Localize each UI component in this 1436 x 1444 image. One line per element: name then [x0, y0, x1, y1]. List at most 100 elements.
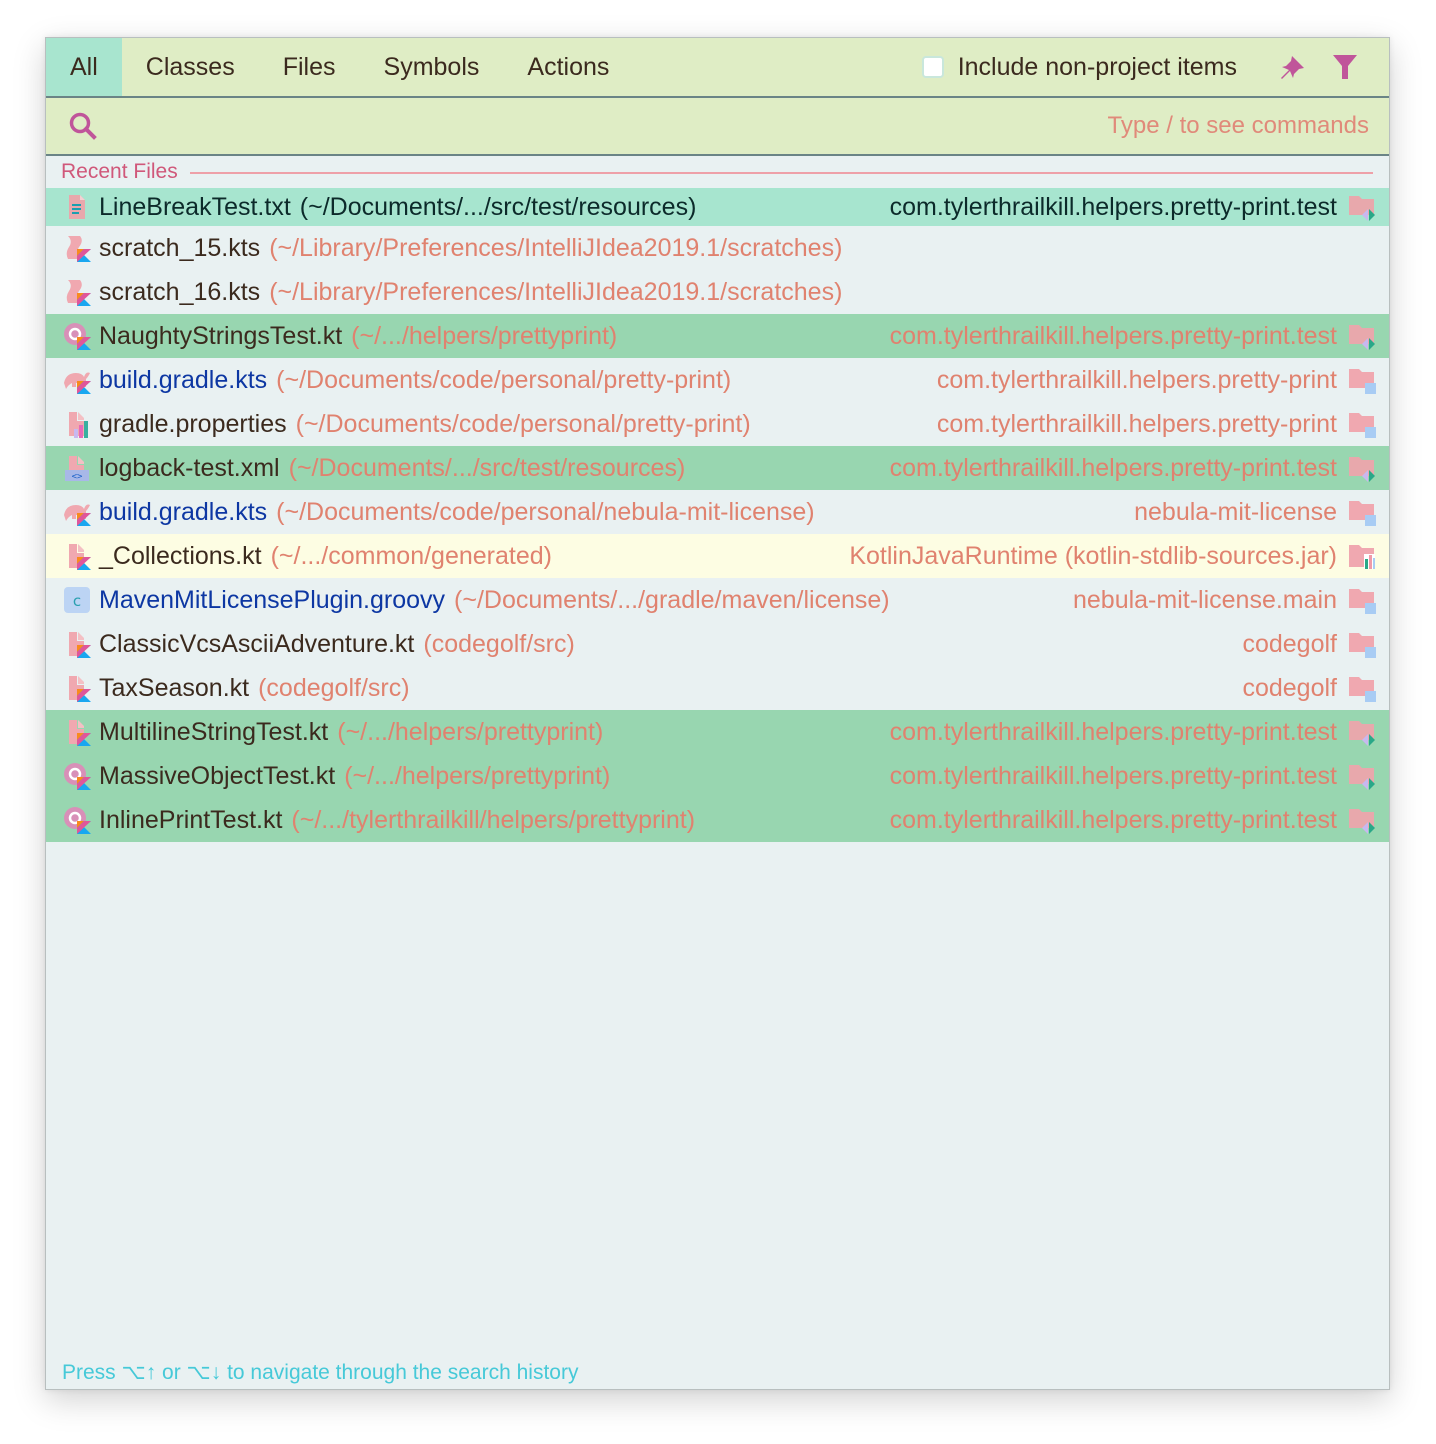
- include-non-project-checkbox[interactable]: [921, 56, 944, 78]
- kotlin-file-icon: [69, 544, 91, 570]
- file-row[interactable]: build.gradle.kts (~/Documents/code/person…: [46, 358, 1389, 402]
- module-folder-icon: [1349, 369, 1376, 394]
- file-path: (~/Documents/code/personal/nebula-mit-li…: [276, 497, 815, 526]
- tab-actions[interactable]: Actions: [503, 38, 633, 96]
- file-path: (~/Documents/.../src/test/resources): [288, 453, 686, 482]
- file-name: scratch_15.kts: [99, 233, 261, 262]
- include-non-project-toggle[interactable]: Include non-project items: [921, 38, 1237, 96]
- file-row[interactable]: scratch_15.kts (~/Library/Preferences/Int…: [46, 226, 1389, 270]
- file-name: MassiveObjectTest.kt: [99, 761, 336, 790]
- file-path: (codegolf/src): [258, 673, 410, 702]
- file-path: (~/.../helpers/prettyprint): [344, 761, 611, 790]
- file-row[interactable]: c MavenMitLicensePlugin.groovy (~/Document…: [46, 578, 1389, 622]
- module-folder-icon: [1349, 501, 1376, 526]
- file-path: (~/Library/Preferences/IntelliJIdea2019.…: [269, 233, 843, 262]
- properties-file-icon: [69, 412, 88, 438]
- file-path: (~/Library/Preferences/IntelliJIdea2019.…: [269, 277, 843, 306]
- recent-files-list: LineBreakTest.txt (~/Documents/.../src/te…: [46, 188, 1389, 842]
- kotlin-script-icon: [66, 236, 91, 262]
- file-row[interactable]: MultilineStringTest.kt (~/.../helpers/pre…: [46, 710, 1389, 754]
- search-bar: Type / to see commands: [46, 98, 1389, 156]
- module-name: com.tylerthrailkill.helpers.pretty-print…: [889, 717, 1337, 746]
- file-row[interactable]: TaxSeason.kt (codegolf/src) codegolf: [46, 666, 1389, 710]
- file-path: (~/.../helpers/prettyprint): [351, 321, 618, 350]
- kotlin-script-icon: [66, 280, 91, 306]
- module-name: com.tylerthrailkill.helpers.pretty-print…: [889, 453, 1337, 482]
- file-row[interactable]: ClassicVcsAsciiAdventure.kt (codegolf/src…: [46, 622, 1389, 666]
- file-name: _Collections.kt: [99, 541, 262, 570]
- module-name: codegolf: [1242, 673, 1337, 702]
- kotlin-class-icon: [64, 763, 91, 790]
- test-folder-icon: [1349, 765, 1375, 790]
- search-input[interactable]: [112, 111, 1108, 141]
- module-name: codegolf: [1242, 629, 1337, 658]
- file-path: (~/.../tylerthrailkill/helpers/prettypri…: [291, 805, 696, 834]
- kotlin-file-icon: [69, 632, 91, 658]
- test-folder-icon: [1349, 325, 1375, 350]
- test-folder-icon: [1349, 809, 1375, 834]
- file-name: NaughtyStringsTest.kt: [99, 321, 343, 350]
- module-folder-icon: [1349, 413, 1376, 438]
- footer-hint: Press ⌥↑ or ⌥↓ to navigate through the s…: [62, 1361, 579, 1384]
- file-row[interactable]: gradle.properties (~/Documents/code/perso…: [46, 402, 1389, 446]
- filter-icon: [1333, 55, 1357, 79]
- library-icon: [1349, 545, 1375, 569]
- pin-button[interactable]: [1277, 38, 1309, 96]
- tab-bar: All Classes Files Symbols Actions Includ…: [46, 38, 1389, 98]
- file-name: scratch_16.kts: [99, 277, 261, 306]
- file-name: ClassicVcsAsciiAdventure.kt: [99, 629, 415, 658]
- gradle-kotlin-icon: [64, 504, 91, 526]
- file-path: (codegolf/src): [423, 629, 575, 658]
- file-name: build.gradle.kts: [99, 365, 268, 394]
- file-row[interactable]: NaughtyStringsTest.kt (~/.../helpers/pret…: [46, 314, 1389, 358]
- module-name: com.tylerthrailkill.helpers.pretty-print: [936, 409, 1337, 438]
- module-name: com.tylerthrailkill.helpers.pretty-print: [936, 365, 1337, 394]
- tab-spacer: [633, 38, 921, 96]
- file-row[interactable]: MassiveObjectTest.kt (~/.../helpers/prett…: [46, 754, 1389, 798]
- file-path: (~/Documents/.../src/test/resources): [299, 192, 697, 221]
- search-everywhere-popup: All Classes Files Symbols Actions Includ…: [45, 37, 1390, 1390]
- file-path: (~/.../common/generated): [270, 541, 552, 570]
- tab-classes[interactable]: Classes: [122, 38, 259, 96]
- module-name: com.tylerthrailkill.helpers.pretty-print…: [889, 192, 1337, 221]
- module-folder-icon: [1349, 677, 1376, 702]
- file-row[interactable]: <> logback-test.xml (~/Documents/.../src/t…: [46, 446, 1389, 490]
- tab-files[interactable]: Files: [259, 38, 360, 96]
- module-name: com.tylerthrailkill.helpers.pretty-print…: [889, 761, 1337, 790]
- filter-button[interactable]: [1329, 38, 1361, 96]
- file-name: TaxSeason.kt: [99, 673, 250, 702]
- file-row[interactable]: LineBreakTest.txt (~/Documents/.../src/te…: [46, 188, 1389, 226]
- test-folder-icon: [1349, 721, 1375, 746]
- module-name: com.tylerthrailkill.helpers.pretty-print…: [889, 805, 1337, 834]
- file-name: gradle.properties: [99, 409, 287, 438]
- groovy-class-icon: c: [64, 587, 90, 613]
- kotlin-class-icon: [64, 807, 91, 834]
- file-row[interactable]: InlinePrintTest.kt (~/.../tylerthrailkill…: [46, 798, 1389, 842]
- file-name: LineBreakTest.txt: [99, 192, 291, 221]
- file-path: (~/.../helpers/prettyprint): [337, 717, 604, 746]
- test-folder-icon: [1349, 457, 1375, 482]
- gradle-kotlin-icon: [64, 372, 91, 394]
- xml-file-icon: <>: [65, 456, 89, 482]
- file-row[interactable]: build.gradle.kts (~/Documents/code/person…: [46, 490, 1389, 534]
- svg-text:<>: <>: [72, 472, 83, 482]
- module-folder-icon: [1349, 589, 1376, 614]
- svg-text:c: c: [73, 592, 81, 610]
- module-name: nebula-mit-license.main: [1072, 585, 1337, 614]
- include-non-project-label: Include non-project items: [957, 52, 1237, 81]
- kotlin-class-icon: [64, 323, 91, 350]
- section-divider: [189, 172, 1373, 174]
- file-path: (~/Documents/.../gradle/maven/license): [454, 585, 890, 614]
- text-file-icon: [69, 195, 85, 219]
- section-title: Recent Files: [61, 160, 178, 183]
- file-name: logback-test.xml: [99, 453, 280, 482]
- file-row[interactable]: _Collections.kt (~/.../common/generated) K…: [46, 534, 1389, 578]
- test-folder-icon: [1349, 196, 1375, 221]
- search-hint: Type / to see commands: [1107, 112, 1369, 139]
- file-row[interactable]: scratch_16.kts (~/Library/Preferences/Int…: [46, 270, 1389, 314]
- tab-all[interactable]: All: [46, 38, 122, 96]
- file-name: MultilineStringTest.kt: [99, 717, 329, 746]
- file-path: (~/Documents/code/personal/pretty-print): [276, 365, 732, 394]
- module-name: nebula-mit-license: [1134, 497, 1337, 526]
- tab-symbols[interactable]: Symbols: [360, 38, 504, 96]
